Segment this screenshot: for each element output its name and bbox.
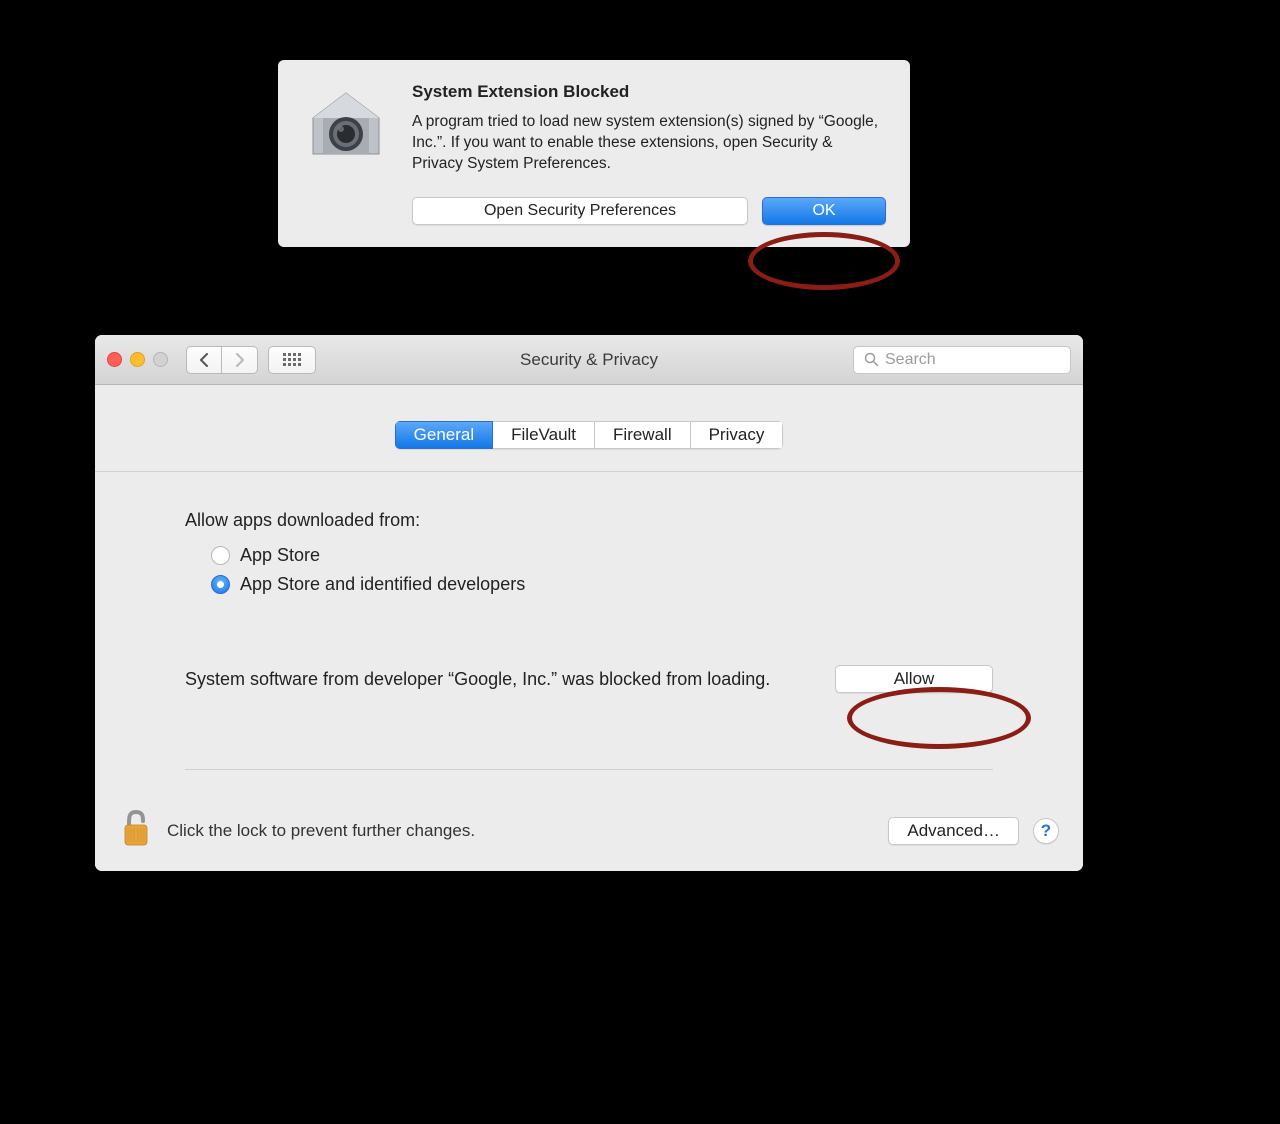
- tab-general[interactable]: General: [395, 421, 493, 449]
- window-titlebar: Security & Privacy Search: [95, 335, 1083, 385]
- search-input[interactable]: Search: [853, 346, 1071, 374]
- system-extension-blocked-dialog: System Extension Blocked A program tried…: [278, 60, 910, 247]
- security-privacy-window: Security & Privacy Search General FileVa…: [95, 335, 1083, 871]
- forward-button[interactable]: [222, 346, 258, 374]
- allow-apps-label: Allow apps downloaded from:: [185, 510, 993, 531]
- radio-identified-developers[interactable]: App Store and identified developers: [211, 574, 993, 595]
- show-all-button[interactable]: [268, 346, 316, 374]
- radio-identified-label: App Store and identified developers: [240, 574, 525, 595]
- tab-filevault[interactable]: FileVault: [493, 421, 595, 449]
- radio-icon: [211, 546, 230, 565]
- zoom-window-button[interactable]: [153, 352, 168, 367]
- radio-app-store[interactable]: App Store: [211, 545, 993, 566]
- radio-app-store-label: App Store: [240, 545, 320, 566]
- window-title: Security & Privacy: [520, 350, 658, 370]
- search-icon: [864, 352, 879, 367]
- help-button[interactable]: ?: [1033, 818, 1059, 844]
- alert-title: System Extension Blocked: [412, 82, 886, 102]
- open-security-preferences-label: Open Security Preferences: [484, 202, 676, 220]
- divider: [185, 769, 993, 770]
- allow-button-label: Allow: [894, 669, 935, 689]
- ok-button[interactable]: OK: [762, 197, 886, 225]
- advanced-button-label: Advanced…: [907, 821, 1000, 841]
- search-placeholder: Search: [885, 351, 936, 369]
- lock-hint-text: Click the lock to prevent further change…: [167, 821, 475, 841]
- gatekeeper-icon: [302, 82, 390, 225]
- minimize-window-button[interactable]: [130, 352, 145, 367]
- open-security-preferences-button[interactable]: Open Security Preferences: [412, 197, 748, 225]
- tab-firewall[interactable]: Firewall: [595, 421, 691, 449]
- alert-body-text: A program tried to load new system exten…: [412, 112, 886, 175]
- tab-privacy[interactable]: Privacy: [691, 421, 784, 449]
- help-icon: ?: [1041, 821, 1051, 841]
- advanced-button[interactable]: Advanced…: [888, 817, 1019, 845]
- grid-icon: [283, 353, 301, 366]
- blocked-software-text: System software from developer “Google, …: [185, 667, 811, 691]
- ok-button-label: OK: [812, 202, 835, 220]
- tab-bar: General FileVault Firewall Privacy: [395, 421, 784, 449]
- allow-button[interactable]: Allow: [835, 665, 993, 693]
- radio-icon-checked: [211, 575, 230, 594]
- lock-icon[interactable]: [119, 808, 153, 853]
- back-button[interactable]: [186, 346, 222, 374]
- close-window-button[interactable]: [107, 352, 122, 367]
